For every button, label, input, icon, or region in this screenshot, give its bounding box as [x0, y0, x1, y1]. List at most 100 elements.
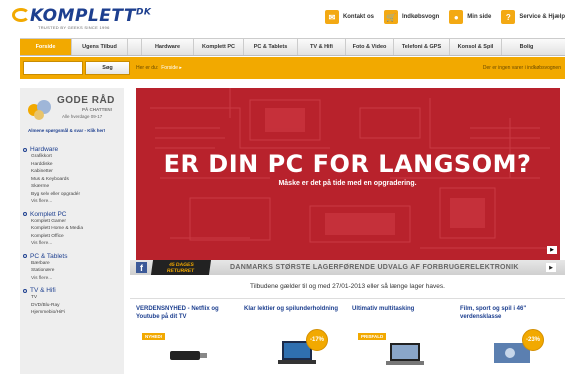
advice-hours: Alle hverdage 09-17 [62, 114, 103, 119]
category-link[interactable]: Grafikkort [23, 153, 121, 161]
search-input[interactable] [23, 61, 83, 75]
envelope-icon: ✉ [324, 10, 339, 24]
breadcrumb: Her er du: Forside ▸ [136, 65, 182, 71]
product-row: VERDENSNYHED - Netflix og Youtube på dit… [130, 298, 565, 374]
product-title: Klar lektier og spilunderholdning [244, 306, 339, 312]
faq-link[interactable]: Almene spørgsmål & svar - Klik her! [28, 128, 105, 133]
help-icon: ? [501, 10, 516, 24]
advice-subtitle: PÅ CHATTEN! [82, 107, 113, 112]
discount-badge: -23% [522, 329, 544, 351]
advice-box[interactable]: GODE RÅD PÅ CHATTEN! Alle hverdage 09-17… [24, 92, 120, 136]
advice-title: GODE RÅD [57, 95, 115, 106]
logo-tagline: TRUSTED BY GEEKS SINCE 1996 [38, 25, 110, 30]
new-badge: NYHED! [142, 333, 166, 340]
show-more-link[interactable]: Vis flere... [23, 275, 121, 283]
category-link[interactable]: Kabinetter [23, 168, 121, 176]
promo-strip: f 45 DAGES RETURRET DANMARKS STØRSTE LAG… [130, 260, 565, 275]
play-icon[interactable]: ▶ [547, 246, 557, 254]
hero-banner[interactable]: ER DIN PC FOR LANGSOM? Måske er det på t… [130, 88, 565, 260]
product-card[interactable]: Ultimativ multitasking PRISFALD [352, 305, 452, 374]
product-card[interactable]: Film, sport og spil i 46" verdensklasse … [460, 305, 560, 374]
my-page-link[interactable]: ● Min side [449, 10, 491, 24]
help-link-label: Service & Hjælp [519, 14, 565, 20]
logo-swoosh-icon [12, 8, 30, 22]
category-link[interactable]: Stationære [23, 267, 121, 275]
logo-text: KOMPLETT [30, 6, 136, 26]
badge-line2: RETURRET [166, 267, 195, 274]
cart-link[interactable]: 🛒 Indkøbsvogn [383, 10, 440, 24]
product-title: Ultimativ multitasking [352, 306, 415, 312]
category-title[interactable]: Komplett PC [23, 211, 121, 218]
sidebar: GODE RÅD PÅ CHATTEN! Alle hverdage 09-17… [20, 88, 124, 374]
bullet-icon [23, 254, 27, 258]
tab-ugens-tilbud[interactable]: Ugens Tilbud [72, 39, 128, 55]
main-nav: Forside Ugens Tilbud Hardware Komplett P… [20, 38, 565, 56]
breadcrumb-label: Her er du: [136, 65, 159, 71]
discount-badge: -17% [306, 329, 328, 351]
bullet-icon [23, 212, 27, 216]
category-label: TV & Hifi [30, 287, 56, 294]
cart-link-label: Indkøbsvogn [401, 14, 440, 20]
tab-tv-hifi[interactable]: TV & Hifi [298, 39, 346, 55]
category-link[interactable]: Komplett Home & Media [23, 225, 121, 233]
category-link[interactable]: Skærme [23, 183, 121, 191]
product-card[interactable]: Klar lektier og spilunderholdning -17% [244, 305, 344, 374]
chat-bubbles-icon [28, 100, 52, 120]
category-tv-hifi: TV & Hifi TV DVD/Blu-Ray Hjemmebio/HiFi [23, 287, 121, 317]
facebook-icon[interactable]: f [136, 262, 147, 273]
category-label: Hardware [30, 146, 59, 153]
chevron-right-icon: ▸ [179, 65, 182, 71]
category-title[interactable]: Hardware [23, 146, 121, 153]
product-card[interactable]: VERDENSNYHED - Netflix og Youtube på dit… [136, 305, 236, 374]
category-komplett-pc: Komplett PC Komplett Gamer Komplett Home… [23, 211, 121, 248]
category-link[interactable]: DVD/Blu-Ray [23, 302, 121, 310]
banner-headline: ER DIN PC FOR LANGSOM? [163, 150, 532, 178]
banner-subline: Måske er det på tide med en opgradering. [278, 180, 417, 187]
breadcrumb-current[interactable]: Forside [161, 65, 178, 71]
contact-link[interactable]: ✉ Kontakt os [324, 10, 374, 24]
category-link[interactable]: Mus & Keyboards [23, 176, 121, 184]
tab-bolig[interactable]: Bolig [502, 39, 551, 55]
search-button[interactable]: Søg [85, 61, 130, 75]
category-link[interactable]: Byg selv eller opgradér [23, 191, 121, 199]
tab-forside[interactable]: Forside [20, 39, 72, 55]
tab-pc-tablets[interactable]: PC & Tablets [244, 39, 298, 55]
show-more-link[interactable]: Vis flere... [23, 240, 121, 248]
tab-telefoni-gps[interactable]: Telefoni & GPS [394, 39, 450, 55]
category-link[interactable]: Komplett Office [23, 233, 121, 241]
my-page-link-label: Min side [467, 14, 492, 20]
tab-konsol-spil[interactable]: Konsol & Spil [450, 39, 502, 55]
category-title[interactable]: TV & Hifi [23, 287, 121, 294]
offer-notice: Tilbudene gælder til og med 27/01-2013 e… [250, 283, 445, 290]
contact-link-label: Kontakt os [342, 14, 374, 20]
category-label: Komplett PC [30, 210, 67, 218]
top-links: ✉ Kontakt os 🛒 Indkøbsvogn ● Min side ? … [324, 9, 565, 25]
category-hardware: Hardware Grafikkort Harddiske Kabinetter… [23, 146, 121, 206]
category-link[interactable]: Komplett Gamer [23, 218, 121, 226]
show-more-link[interactable]: Vis flere... [23, 198, 121, 206]
category-title[interactable]: PC & Tablets [23, 253, 121, 260]
person-icon: ● [449, 10, 464, 24]
tab-foto-video[interactable]: Foto & Video [346, 39, 394, 55]
category-list: Hardware Grafikkort Harddiske Kabinetter… [23, 146, 121, 322]
cart-icon: 🛒 [383, 10, 398, 24]
category-link[interactable]: Harddiske [23, 161, 121, 169]
return-badge: 45 DAGES RETURRET [150, 260, 212, 275]
bullet-icon [23, 288, 27, 293]
category-pc-tablets: PC & Tablets Bærbare Stationære Vis fler… [23, 253, 121, 283]
search-bar: Søg Her er du: Forside ▸ Der er ingen var… [20, 57, 565, 79]
next-icon[interactable]: ▶ [546, 263, 556, 272]
category-link[interactable]: Hjemmebio/HiFi [23, 309, 121, 317]
tab-komplett-pc[interactable]: Komplett PC [194, 39, 244, 55]
bullet-icon [23, 147, 27, 152]
streaming-stick-image [170, 351, 207, 360]
product-title: VERDENSNYHED - Netflix og Youtube på dit… [136, 306, 219, 320]
category-link[interactable]: Bærbare [23, 260, 121, 268]
laptop-image [386, 343, 424, 365]
strip-text: DANMARKS STØRSTE LAGERFØRENDE UDVALG AF … [230, 264, 519, 271]
category-link[interactable]: TV [23, 294, 121, 302]
logo-suffix: DK [135, 7, 152, 18]
help-link[interactable]: ? Service & Hjælp [501, 10, 565, 24]
product-title: Film, sport og spil i 46" verdensklasse [460, 306, 527, 320]
tab-hardware[interactable]: Hardware [142, 39, 194, 55]
